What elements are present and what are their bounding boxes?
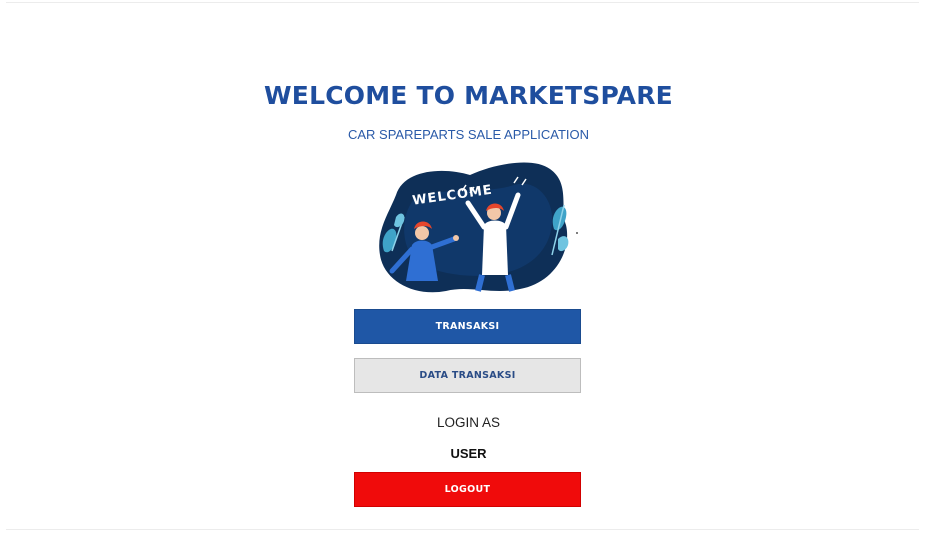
login-as-label: LOGIN AS	[436, 415, 501, 430]
welcome-illustration: WELCOME	[374, 155, 586, 297]
page-subtitle: CAR SPAREPARTS SALE APPLICATION	[347, 127, 590, 142]
user-role: USER	[450, 446, 487, 461]
transaksi-button[interactable]: TRANSAKSI	[354, 309, 581, 344]
data-transaksi-button[interactable]: DATA TRANSAKSI	[354, 358, 581, 393]
logout-button[interactable]: LOGOUT	[354, 472, 581, 507]
page-title: WELCOME TO MARKETSPARE	[264, 81, 673, 110]
welcome-illustration-graphic: WELCOME	[379, 162, 578, 293]
app-window: WELCOME TO MARKETSPARE CAR SPAREPARTS SA…	[6, 2, 919, 530]
